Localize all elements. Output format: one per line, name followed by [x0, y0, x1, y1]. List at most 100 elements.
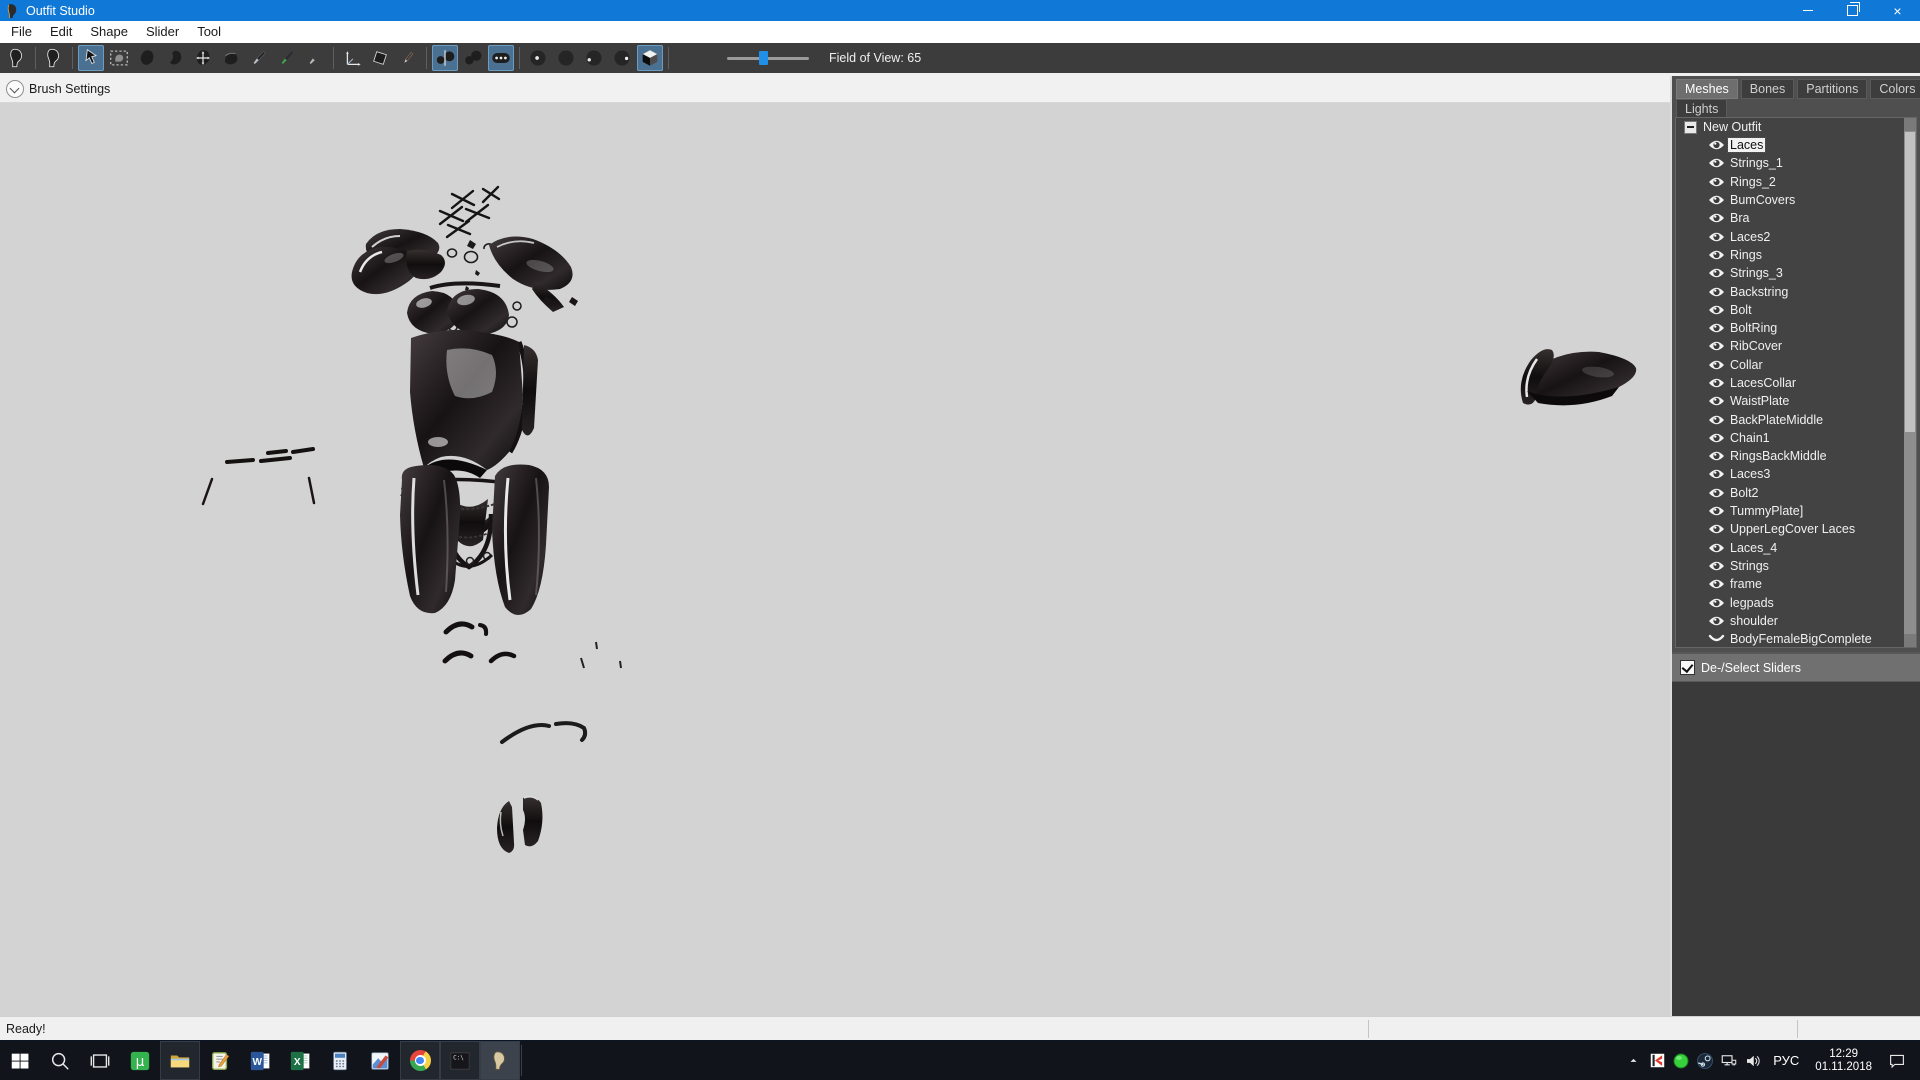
mesh-item-laces[interactable]: Laces: [1676, 136, 1916, 154]
smooth-brush-tool[interactable]: [218, 45, 244, 71]
falloff-solid-button[interactable]: [553, 45, 579, 71]
mesh-item-bolt2[interactable]: Bolt2: [1676, 484, 1916, 502]
taskbar-terminal-button[interactable]: C:\: [440, 1041, 480, 1080]
mesh-item-ribcover[interactable]: RibCover: [1676, 337, 1916, 355]
mesh-item-laces2[interactable]: Laces2: [1676, 227, 1916, 245]
eye-open-icon[interactable]: [1708, 523, 1726, 535]
mesh-item-frame[interactable]: frame: [1676, 575, 1916, 593]
menu-edit[interactable]: Edit: [41, 21, 81, 43]
new-project-button[interactable]: [4, 45, 30, 71]
mesh-item-chain1[interactable]: Chain1: [1676, 429, 1916, 447]
eye-open-icon[interactable]: [1708, 377, 1726, 389]
eye-closed-icon[interactable]: [1708, 633, 1726, 645]
brush-pairs-toggle[interactable]: [460, 45, 486, 71]
tab-meshes[interactable]: Meshes: [1676, 79, 1738, 99]
mesh-item-bodyfemalebigcomplete[interactable]: BodyFemaleBigComplete: [1676, 630, 1916, 648]
deselect-sliders-bar[interactable]: De-/Select Sliders: [1672, 652, 1920, 681]
tab-partitions[interactable]: Partitions: [1797, 79, 1867, 99]
mesh-item-laces3[interactable]: Laces3: [1676, 465, 1916, 483]
mesh-item-lacescollar[interactable]: LacesCollar: [1676, 374, 1916, 392]
taskbar-search-button[interactable]: [40, 1041, 80, 1080]
global-collision-toggle[interactable]: [637, 45, 663, 71]
menu-file[interactable]: File: [2, 21, 41, 43]
mesh-item-boltring[interactable]: BoltRing: [1676, 319, 1916, 337]
falloff-left-button[interactable]: [581, 45, 607, 71]
eye-open-icon[interactable]: [1708, 414, 1726, 426]
connected-only-toggle[interactable]: [488, 45, 514, 71]
mesh-item-bolt[interactable]: Bolt: [1676, 301, 1916, 319]
scrollbar-thumb[interactable]: [1905, 132, 1915, 432]
mesh-item-backplatemiddle[interactable]: BackPlateMiddle: [1676, 410, 1916, 428]
volume-tray-icon[interactable]: [1741, 1041, 1765, 1080]
brush-settings-header[interactable]: Brush Settings: [0, 76, 1670, 103]
kaspersky-tray-icon[interactable]: [1645, 1041, 1669, 1080]
eye-open-icon[interactable]: [1708, 139, 1726, 151]
mask-brush-tool[interactable]: [106, 45, 132, 71]
eye-open-icon[interactable]: [1708, 176, 1726, 188]
mesh-item-strings-3[interactable]: Strings_3: [1676, 264, 1916, 282]
app-logo-icon[interactable]: [4, 3, 20, 19]
tab-colors[interactable]: Colors: [1870, 79, 1920, 99]
steam-tray-icon[interactable]: [1693, 1041, 1717, 1080]
taskbar-paint-button[interactable]: [360, 1041, 400, 1080]
mesh-item-backstring[interactable]: Backstring: [1676, 282, 1916, 300]
taskbar-outfit-studio-button[interactable]: [480, 1041, 520, 1080]
eye-open-icon[interactable]: [1708, 542, 1726, 554]
mesh-item-laces-4[interactable]: Laces_4: [1676, 539, 1916, 557]
network-tray-icon[interactable]: [1717, 1041, 1741, 1080]
transform-tool[interactable]: [339, 45, 365, 71]
eye-open-icon[interactable]: [1708, 359, 1726, 371]
eye-open-icon[interactable]: [1708, 286, 1726, 298]
3d-viewport[interactable]: Brush Settings: [0, 76, 1670, 1016]
tray-expand-button[interactable]: [1621, 1041, 1645, 1080]
color-brush-tool[interactable]: [274, 45, 300, 71]
menu-slider[interactable]: Slider: [137, 21, 188, 43]
chevron-down-icon[interactable]: [6, 80, 24, 98]
eye-open-icon[interactable]: [1708, 432, 1726, 444]
alpha-brush-tool[interactable]: [302, 45, 328, 71]
eye-open-icon[interactable]: [1708, 340, 1726, 352]
eye-open-icon[interactable]: [1708, 231, 1726, 243]
mesh-list-scrollbar[interactable]: [1904, 118, 1916, 647]
inflate-brush-tool[interactable]: [134, 45, 160, 71]
taskbar-excel-button[interactable]: X: [280, 1041, 320, 1080]
fov-slider[interactable]: [727, 45, 809, 71]
eye-open-icon[interactable]: [1708, 194, 1726, 206]
language-indicator[interactable]: РУС: [1765, 1053, 1807, 1068]
mesh-item-strings[interactable]: Strings: [1676, 557, 1916, 575]
eye-open-icon[interactable]: [1708, 505, 1726, 517]
mesh-item-rings-2[interactable]: Rings_2: [1676, 173, 1916, 191]
mesh-item-tummyplate-[interactable]: TummyPlate]: [1676, 502, 1916, 520]
mesh-item-bumcovers[interactable]: BumCovers: [1676, 191, 1916, 209]
falloff-center-button[interactable]: [525, 45, 551, 71]
taskbar-start-button[interactable]: [0, 1041, 40, 1080]
collapse-icon[interactable]: [1684, 121, 1697, 134]
eye-open-icon[interactable]: [1708, 395, 1726, 407]
minimize-button[interactable]: [1785, 0, 1830, 21]
taskbar-chrome-button[interactable]: [400, 1041, 440, 1080]
pivot-tool[interactable]: [367, 45, 393, 71]
menu-shape[interactable]: Shape: [81, 21, 137, 43]
viewport-canvas[interactable]: [0, 103, 1670, 1016]
weight-brush-tool[interactable]: [246, 45, 272, 71]
load-project-button[interactable]: [41, 45, 67, 71]
mesh-item-legpads[interactable]: legpads: [1676, 593, 1916, 611]
taskbar-taskview-button[interactable]: [80, 1041, 120, 1080]
taskbar-utorrent-button[interactable]: µ: [120, 1041, 160, 1080]
eye-open-icon[interactable]: [1708, 304, 1726, 316]
mesh-item-collar[interactable]: Collar: [1676, 356, 1916, 374]
mesh-item-shoulder[interactable]: shoulder: [1676, 612, 1916, 630]
mesh-item-strings-1[interactable]: Strings_1: [1676, 154, 1916, 172]
mesh-item-rings[interactable]: Rings: [1676, 246, 1916, 264]
eye-open-icon[interactable]: [1708, 560, 1726, 572]
mesh-item-waistplate[interactable]: WaistPlate: [1676, 392, 1916, 410]
eye-open-icon[interactable]: [1708, 615, 1726, 627]
fov-slider-thumb[interactable]: [759, 51, 768, 65]
taskbar-word-button[interactable]: W: [240, 1041, 280, 1080]
vertex-edit-tool[interactable]: [395, 45, 421, 71]
taskbar-notepad-button[interactable]: [200, 1041, 240, 1080]
eye-open-icon[interactable]: [1708, 212, 1726, 224]
eye-open-icon[interactable]: [1708, 487, 1726, 499]
eye-open-icon[interactable]: [1708, 578, 1726, 590]
select-tool[interactable]: [78, 45, 104, 71]
